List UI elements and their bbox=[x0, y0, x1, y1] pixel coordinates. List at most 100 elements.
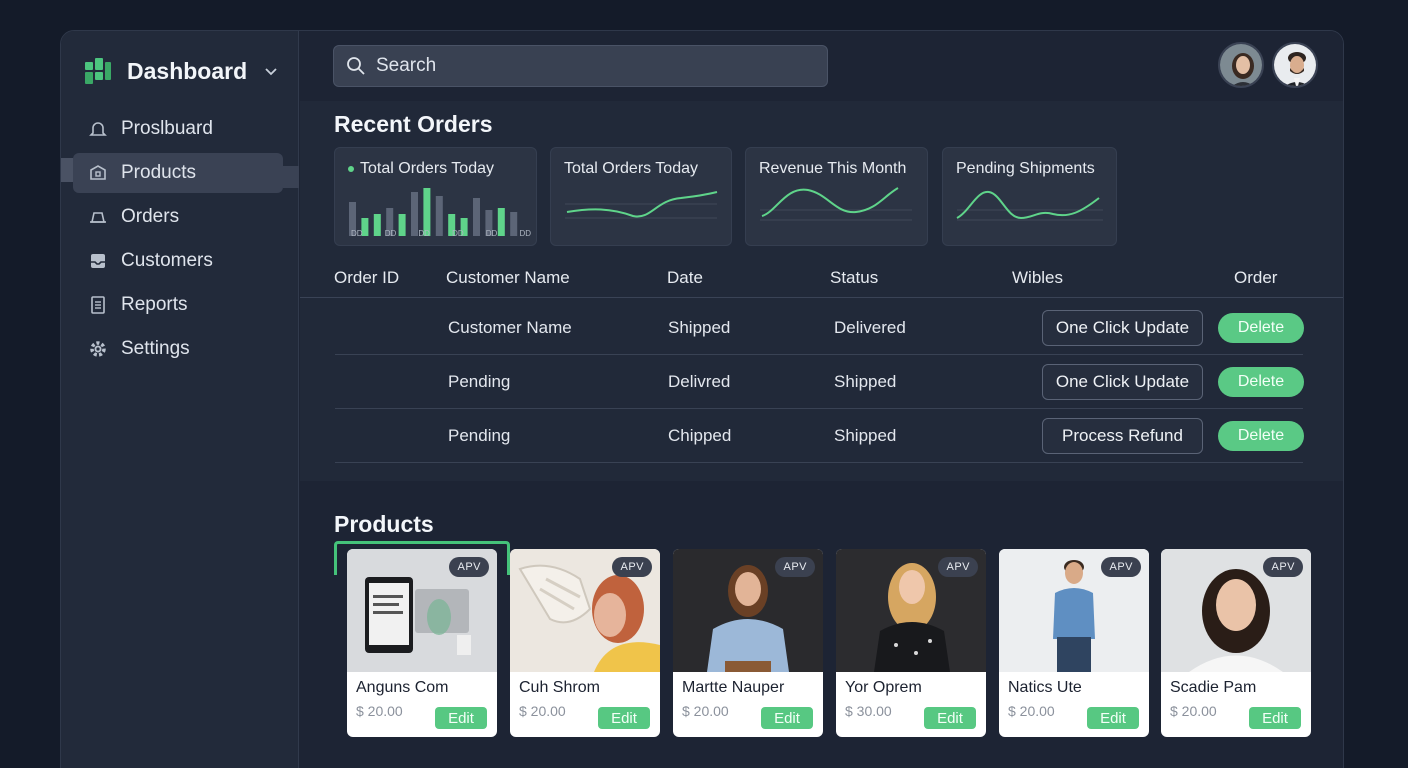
bar-ticks: DD DD DD DD DD DD bbox=[351, 229, 531, 238]
customer-cell: Customer Name bbox=[448, 318, 572, 337]
one-click-update-button[interactable]: One Click Update bbox=[1042, 310, 1203, 346]
bar-tick-label: DD bbox=[485, 229, 498, 238]
delete-button[interactable]: Delete bbox=[1218, 313, 1304, 343]
product-card[interactable]: APV Cuh Shrom $ 20.00 Edit bbox=[510, 549, 660, 737]
line-sparkline bbox=[565, 191, 718, 219]
bar-tick-label: DD bbox=[452, 229, 464, 238]
app-logo-icon bbox=[85, 58, 111, 84]
status-cell: Shipped bbox=[834, 426, 897, 445]
bar-tick-label: DD bbox=[351, 229, 363, 238]
product-price: $ 30.00 bbox=[845, 703, 892, 719]
customer-cell: Pending bbox=[448, 426, 511, 445]
product-card[interactable]: APV Martte Nauper $ 20.00 Edit bbox=[673, 549, 823, 737]
product-badge: APV bbox=[1263, 557, 1303, 577]
stat-card-total-orders-2[interactable]: Total Orders Today bbox=[550, 147, 732, 246]
avatar[interactable] bbox=[1272, 42, 1318, 88]
product-card[interactable]: APV Natics Ute $ 20.00 Edit bbox=[999, 549, 1149, 737]
sidebar-item-label: Products bbox=[121, 162, 196, 183]
table-row: Pending Chipped Shipped Process Refund D… bbox=[335, 409, 1304, 463]
product-name: Cuh Shrom bbox=[519, 679, 600, 696]
date-cell: Chipped bbox=[668, 426, 732, 445]
edit-button[interactable]: Edit bbox=[1249, 707, 1301, 729]
brand-switcher[interactable]: Dashboard bbox=[83, 53, 277, 89]
document-icon bbox=[87, 294, 109, 316]
edit-button[interactable]: Edit bbox=[924, 707, 976, 729]
top-bar bbox=[300, 31, 1343, 101]
product-price: $ 20.00 bbox=[682, 703, 729, 719]
product-badge: APV bbox=[938, 557, 978, 577]
sidebar-item-proslbuard[interactable]: Proslbuard bbox=[73, 109, 283, 149]
status-dot-icon bbox=[348, 165, 354, 172]
sidebar-item-reports[interactable]: Reports bbox=[73, 285, 283, 325]
app-title: Dashboard bbox=[127, 57, 248, 84]
stat-title: Total Orders Today bbox=[348, 160, 494, 178]
stat-card-revenue[interactable]: Revenue This Month bbox=[745, 147, 928, 246]
sidebar-item-label: Settings bbox=[121, 338, 190, 359]
sidebar-item-products[interactable]: Products bbox=[73, 153, 283, 193]
table-row: Pending Delivred Shipped One Click Updat… bbox=[335, 355, 1304, 409]
product-name: Anguns Com bbox=[356, 679, 449, 696]
line-sparkline bbox=[760, 187, 912, 221]
search-box[interactable] bbox=[333, 45, 828, 87]
user-avatar-female-icon bbox=[1220, 44, 1262, 86]
sidebar-item-label: Customers bbox=[121, 250, 213, 271]
customer-cell: Pending bbox=[448, 372, 511, 391]
product-badge: APV bbox=[1101, 557, 1141, 577]
sidebar: Dashboard Proslbuard Products Orders Cus… bbox=[61, 31, 299, 768]
one-click-update-button[interactable]: One Click Update bbox=[1042, 364, 1203, 400]
sidebar-item-orders[interactable]: Orders bbox=[73, 197, 283, 237]
edit-button[interactable]: Edit bbox=[598, 707, 650, 729]
edit-button[interactable]: Edit bbox=[1087, 707, 1139, 729]
app-window: Dashboard Proslbuard Products Orders Cus… bbox=[60, 30, 1344, 768]
product-badge: APV bbox=[775, 557, 815, 577]
bar-tick-label: DD bbox=[384, 229, 397, 238]
stat-title: Total Orders Today bbox=[564, 160, 698, 177]
status-cell: Delivered bbox=[834, 318, 906, 337]
avatar[interactable] bbox=[1218, 42, 1264, 88]
stat-card-total-orders[interactable]: Total Orders Today DD DD DD DD DD DD bbox=[334, 147, 537, 246]
delete-button[interactable]: Delete bbox=[1218, 421, 1304, 451]
line-sparkline bbox=[956, 190, 1103, 221]
bell-icon bbox=[87, 118, 109, 140]
chevron-down-icon[interactable] bbox=[265, 63, 277, 79]
sidebar-item-label: Reports bbox=[121, 294, 188, 315]
sidebar-item-settings[interactable]: Settings bbox=[73, 329, 283, 369]
user-avatar-male-icon bbox=[1274, 44, 1316, 86]
stat-card-pending-shipments[interactable]: Pending Shipments bbox=[942, 147, 1117, 246]
date-cell: Delivred bbox=[668, 372, 731, 391]
stat-title: Pending Shipments bbox=[956, 160, 1095, 177]
products-section: Products APV Anguns Com $ 20.00 Edit APV… bbox=[300, 481, 1343, 768]
bell-icon bbox=[87, 206, 109, 228]
product-badge: APV bbox=[612, 557, 652, 577]
sidebar-item-customers[interactable]: Customers bbox=[73, 241, 283, 281]
product-name: Scadie Pam bbox=[1170, 679, 1257, 696]
column-header-wibles[interactable]: Wibles bbox=[1012, 268, 1063, 288]
column-header-customer-name[interactable]: Customer Name bbox=[446, 268, 570, 288]
product-card[interactable]: APV Scadie Pam $ 20.00 Edit bbox=[1161, 549, 1311, 737]
product-badge: APV bbox=[449, 557, 489, 577]
column-header-order[interactable]: Order bbox=[1234, 268, 1277, 288]
sidebar-item-label: Orders bbox=[121, 206, 180, 227]
date-cell: Shipped bbox=[668, 318, 731, 337]
recent-orders-title: Recent Orders bbox=[334, 111, 493, 137]
column-header-date[interactable]: Date bbox=[667, 268, 703, 288]
search-icon bbox=[347, 57, 365, 75]
search-input[interactable] bbox=[376, 55, 796, 77]
column-header-status[interactable]: Status bbox=[830, 268, 878, 288]
product-card[interactable]: APV Anguns Com $ 20.00 Edit bbox=[347, 549, 497, 737]
edit-button[interactable]: Edit bbox=[761, 707, 813, 729]
process-refund-button[interactable]: Process Refund bbox=[1042, 418, 1203, 454]
recent-orders-panel: Recent Orders Total Orders Today DD DD D… bbox=[300, 101, 1343, 481]
product-card[interactable]: APV Yor Oprem $ 30.00 Edit bbox=[836, 549, 986, 737]
sidebar-item-label: Proslbuard bbox=[121, 118, 213, 139]
column-header-order-id[interactable]: Order ID bbox=[334, 268, 399, 288]
edit-button[interactable]: Edit bbox=[435, 707, 487, 729]
delete-button[interactable]: Delete bbox=[1218, 367, 1304, 397]
table-row: Customer Name Shipped Delivered One Clic… bbox=[335, 301, 1304, 355]
orders-table-header: Order ID Customer Name Date Status Wible… bbox=[300, 258, 1343, 298]
bar-tick-label: DD bbox=[418, 229, 430, 238]
product-price: $ 20.00 bbox=[1170, 703, 1217, 719]
stat-title: Revenue This Month bbox=[759, 160, 907, 177]
sidebar-nav: Proslbuard Products Orders Customers Rep… bbox=[61, 109, 299, 373]
product-name: Natics Ute bbox=[1008, 679, 1082, 696]
